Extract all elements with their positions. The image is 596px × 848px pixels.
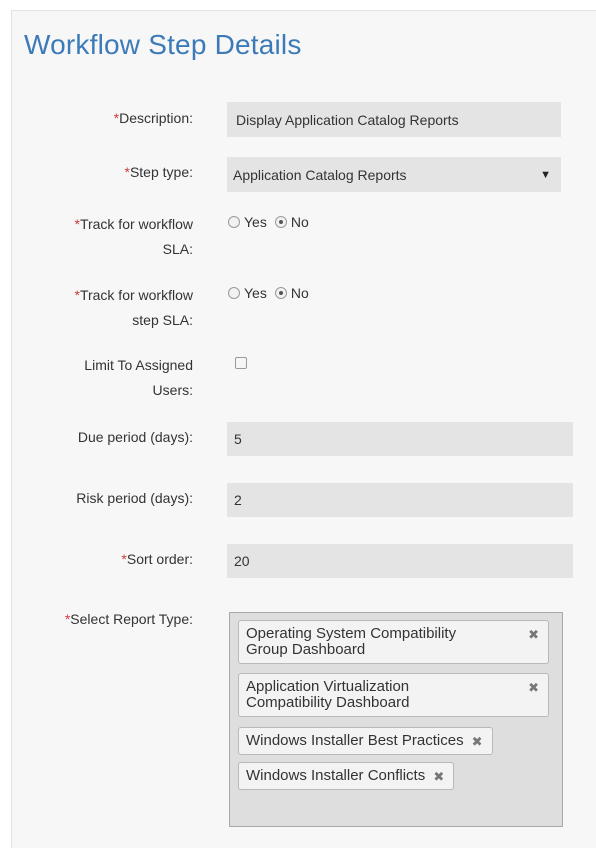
- report-tag: Windows Installer Conflicts ✖: [238, 762, 455, 790]
- report-type-label-text: Select Report Type:: [70, 611, 193, 627]
- close-icon[interactable]: ✖: [472, 734, 483, 750]
- step-type-label-text: Step type:: [129, 164, 193, 180]
- risk-period-value: 2: [234, 492, 242, 508]
- no-label: No: [290, 214, 309, 230]
- report-tag: Application Virtualization Compatibility…: [238, 673, 549, 717]
- track-workflow-sla-no-radio[interactable]: [274, 216, 287, 228]
- step-type-label: *Step type:: [23, 160, 194, 184]
- limit-users-checkbox[interactable]: [235, 357, 247, 369]
- due-period-value: 5: [234, 431, 242, 447]
- track-step-sla-label: *Track for workflow step SLA:: [23, 283, 193, 333]
- caret-down-icon: ▼: [540, 168, 551, 181]
- page-title: Workflow Step Details: [24, 29, 302, 60]
- yes-label: Yes: [244, 285, 267, 301]
- track-step-sla-no-radio[interactable]: [274, 287, 287, 299]
- risk-period-label: Risk period (days):: [76, 490, 193, 506]
- close-icon[interactable]: ✖: [528, 680, 539, 696]
- report-tag: Windows Installer Best Practices ✖: [238, 727, 493, 755]
- track-step-sla-yes-radio[interactable]: [228, 287, 240, 299]
- limit-users-label: Limit To Assigned Users:: [23, 353, 193, 403]
- report-tag-text: Application Virtualization: [246, 678, 410, 695]
- sort-order-label-text: Sort order:: [126, 551, 193, 567]
- report-tag-text: Group Dashboard: [246, 641, 366, 658]
- report-type-label: *Select Report Type:: [23, 607, 193, 631]
- track-workflow-sla-label-line1: Track for workflow: [79, 216, 193, 232]
- report-tag-text: Compatibility Dashboard: [246, 694, 410, 711]
- description-value: Display Application Catalog Reports: [236, 111, 459, 128]
- track-workflow-sla-yes-radio[interactable]: [228, 216, 240, 228]
- description-input[interactable]: Display Application Catalog Reports: [227, 102, 561, 137]
- report-tag-text: Operating System Compatibility: [246, 625, 457, 642]
- report-tag-text: Windows Installer Conflicts: [246, 767, 426, 784]
- description-label: *Description:: [23, 106, 193, 130]
- track-workflow-sla-label-line2: SLA:: [162, 241, 193, 257]
- close-icon[interactable]: ✖: [528, 627, 539, 643]
- report-type-multiselect[interactable]: Operating System Compatibility Group Das…: [229, 612, 563, 827]
- track-workflow-sla-radios: Yes No: [228, 214, 313, 230]
- report-tag-text: Windows Installer Best Practices: [246, 732, 464, 749]
- track-step-sla-radios: Yes No: [228, 285, 313, 301]
- sort-order-label: *Sort order:: [23, 547, 193, 571]
- sort-order-value: 20: [234, 553, 250, 569]
- risk-period-input[interactable]: 2: [227, 483, 573, 517]
- close-icon[interactable]: ✖: [433, 769, 444, 785]
- step-type-select[interactable]: Application Catalog Reports ▼: [227, 157, 561, 192]
- no-label: No: [290, 285, 309, 301]
- due-period-input[interactable]: 5: [227, 422, 573, 456]
- sort-order-input[interactable]: 20: [227, 544, 573, 578]
- track-step-sla-label-line2: step SLA:: [132, 312, 193, 328]
- limit-users-label-line1: Limit To Assigned: [84, 357, 193, 373]
- limit-users-label-line2: Users:: [152, 382, 193, 398]
- due-period-label: Due period (days):: [77, 429, 193, 445]
- track-workflow-sla-label: *Track for workflow SLA:: [23, 212, 193, 262]
- track-step-sla-label-line1: Track for workflow: [79, 287, 193, 303]
- report-tag: Operating System Compatibility Group Das…: [238, 620, 549, 664]
- yes-label: Yes: [244, 214, 267, 230]
- description-label-text: Description:: [119, 110, 193, 126]
- step-type-value: Application Catalog Reports: [233, 166, 407, 183]
